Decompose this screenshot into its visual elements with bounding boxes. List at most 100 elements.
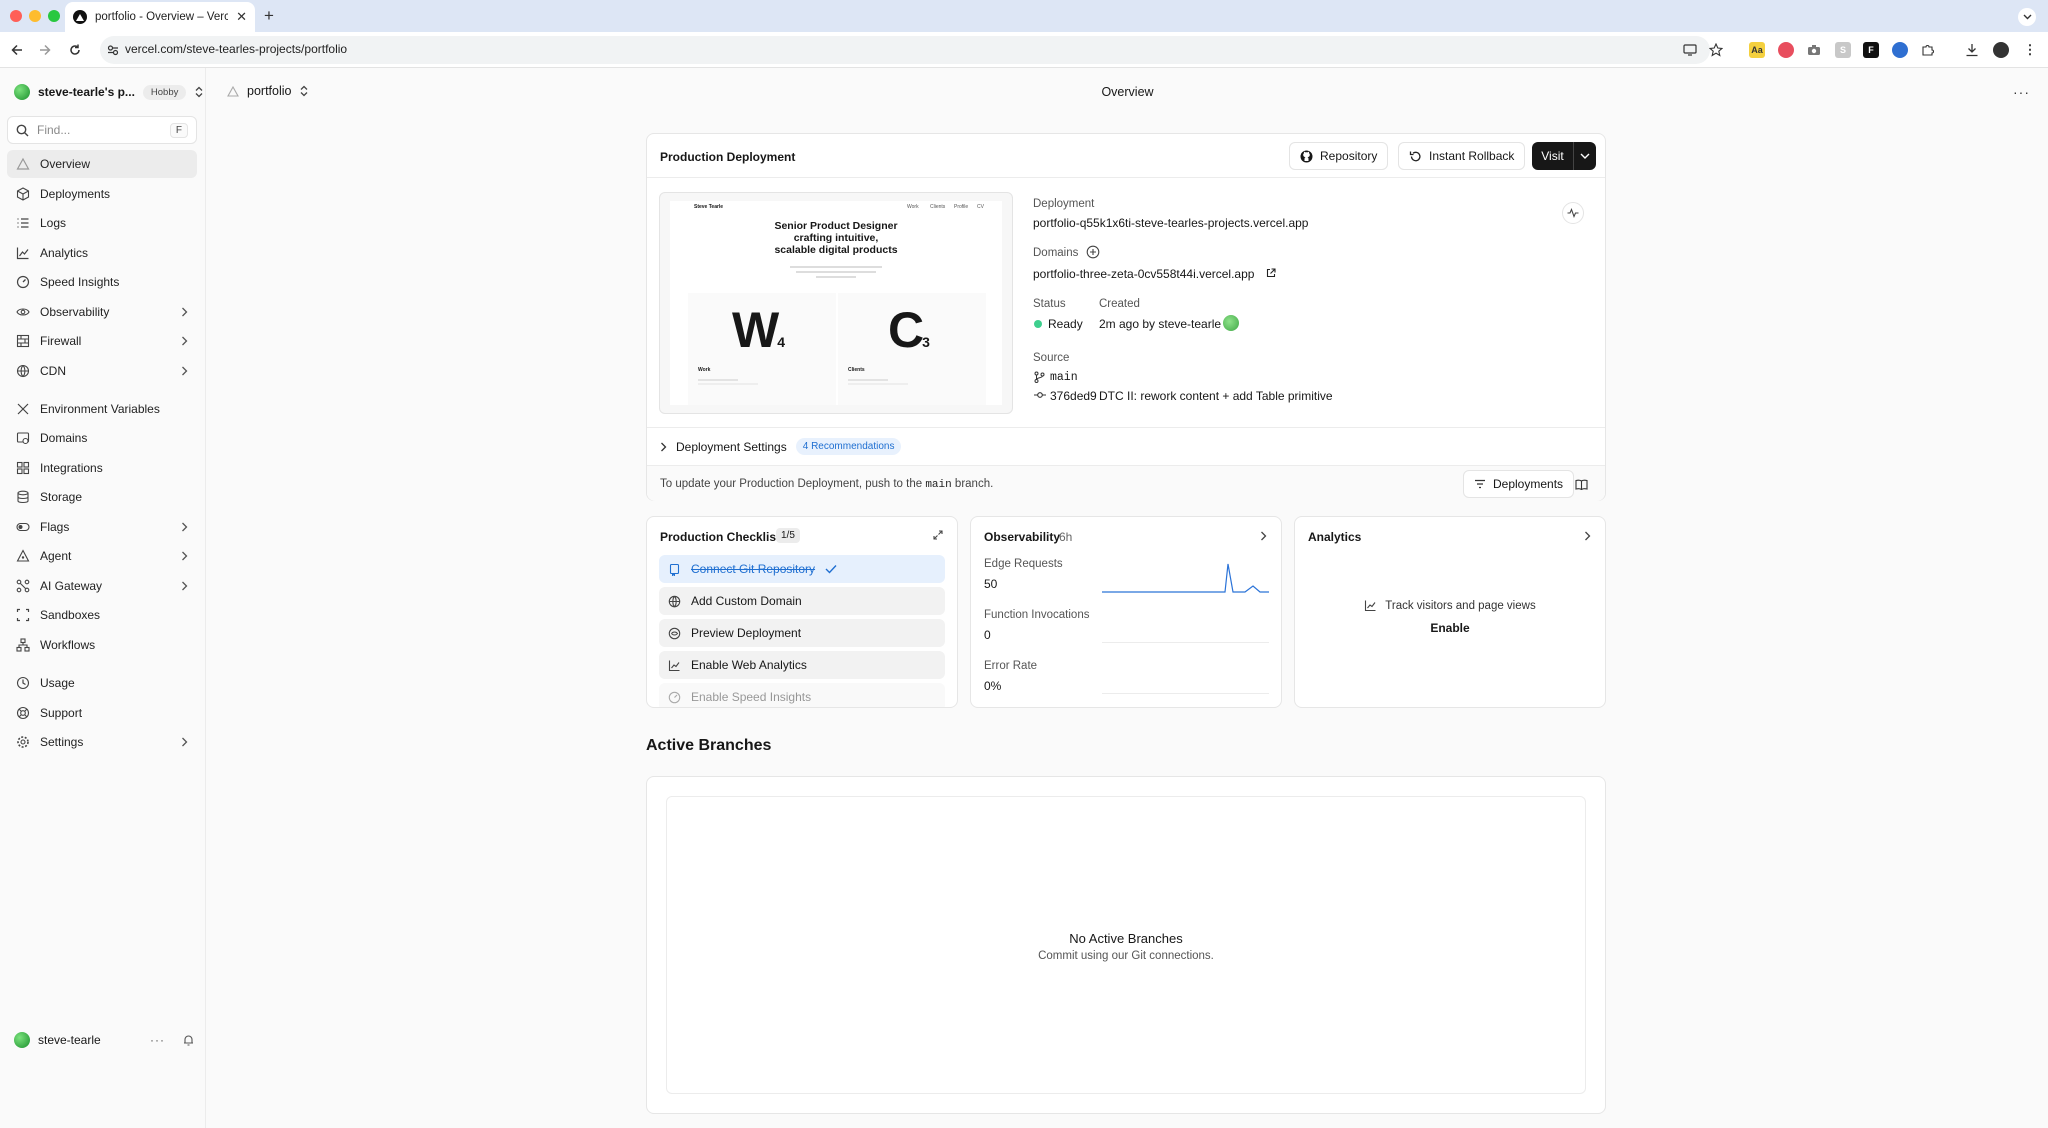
- switch-chevrons-icon[interactable]: [194, 86, 204, 98]
- sidebar-item-storage[interactable]: Storage: [7, 483, 197, 511]
- triangle-icon: [16, 157, 30, 171]
- metric-label: Edge Requests: [984, 558, 1063, 570]
- sidebar-item-integrations[interactable]: Integrations: [7, 454, 197, 482]
- preview-headline: Senior Product Designer crafting intuiti…: [774, 220, 898, 256]
- preview-nav-profile: Profile: [954, 204, 969, 210]
- bell-icon[interactable]: [183, 1034, 194, 1046]
- site-info-icon[interactable]: [104, 41, 122, 59]
- sidebar-item-sandboxes[interactable]: Sandboxes: [7, 601, 197, 629]
- domain-icon: [16, 431, 30, 445]
- user-menu[interactable]: steve-tearle ···: [14, 1032, 194, 1048]
- sidebar-item-label: Overview: [40, 157, 91, 171]
- chevron-right-icon: [181, 737, 188, 747]
- sidebar-item-observability[interactable]: Observability: [7, 298, 197, 326]
- sidebar-item-domains[interactable]: Domains: [7, 424, 197, 452]
- extension-grey-icon[interactable]: S: [1835, 42, 1851, 58]
- close-window-button[interactable]: [10, 10, 22, 22]
- zoom-window-button[interactable]: [48, 10, 60, 22]
- sidebar-item-flags[interactable]: Flags: [7, 513, 197, 541]
- source-label: Source: [1033, 352, 1070, 364]
- empty-state-box: No Active Branches Commit using our Git …: [666, 796, 1586, 1094]
- sidebar-item-label: Flags: [40, 520, 70, 534]
- minimize-window-button[interactable]: [29, 10, 41, 22]
- extensions-puzzle-icon[interactable]: [1920, 42, 1936, 58]
- commit-hash[interactable]: 376ded9: [1050, 389, 1097, 403]
- sandbox-icon: [16, 608, 30, 622]
- search-input[interactable]: Find... F: [7, 116, 197, 144]
- sidebar-item-label: Settings: [40, 735, 84, 749]
- sidebar-item-settings[interactable]: Settings: [7, 728, 197, 756]
- forward-icon[interactable]: [36, 41, 54, 59]
- deployment-url[interactable]: portfolio-q55k1x6ti-steve-tearles-projec…: [1033, 216, 1308, 230]
- checklist-item-connect-git[interactable]: Connect Git Repository: [659, 555, 945, 583]
- url-text[interactable]: vercel.com/steve-tearles-projects/portfo…: [125, 42, 347, 56]
- page-title: Overview: [1101, 85, 1154, 99]
- sidebar-item-environment-variables[interactable]: Environment Variables: [7, 395, 197, 423]
- chevron-right-icon[interactable]: [1260, 531, 1267, 541]
- instant-rollback-button[interactable]: Instant Rollback: [1398, 142, 1526, 170]
- install-app-icon[interactable]: [1682, 42, 1698, 58]
- extension-blue-icon[interactable]: [1892, 42, 1908, 58]
- error-rate-baseline: [1102, 693, 1269, 694]
- preview-tile-work: W4 Work: [688, 293, 836, 405]
- extension-dark-icon[interactable]: F: [1863, 42, 1879, 58]
- bookmark-star-icon[interactable]: [1708, 42, 1724, 58]
- checklist-item-preview-deployment[interactable]: Preview Deployment: [659, 619, 945, 647]
- visit-button[interactable]: Visit: [1532, 149, 1573, 163]
- tab-search-icon[interactable]: [2018, 8, 2036, 26]
- tab-close-icon[interactable]: ✕: [236, 9, 247, 25]
- sidebar-item-speed-insights[interactable]: Speed Insights: [7, 268, 197, 296]
- extension-camera-icon[interactable]: [1806, 42, 1822, 58]
- more-icon[interactable]: ···: [150, 1033, 165, 1047]
- checklist-item-speed-insights[interactable]: Enable Speed Insights: [659, 683, 945, 707]
- profile-avatar-icon[interactable]: [1993, 42, 2009, 58]
- deployment-settings-row[interactable]: Deployment Settings 4 Recommendations: [647, 427, 1605, 465]
- checklist-item-web-analytics[interactable]: Enable Web Analytics: [659, 651, 945, 679]
- more-options-icon[interactable]: ···: [2013, 84, 2030, 100]
- sidebar-item-support[interactable]: Support: [7, 699, 197, 727]
- repository-button[interactable]: Repository: [1289, 142, 1389, 170]
- commit-message[interactable]: DTC II: rework content + add Table primi…: [1099, 389, 1333, 403]
- sidebar-item-logs[interactable]: Logs: [7, 209, 197, 237]
- sidebar-item-overview[interactable]: Overview: [7, 150, 197, 178]
- browser-tab[interactable]: portfolio - Overview – Vercel ✕: [65, 2, 255, 32]
- gauge-icon: [668, 691, 681, 704]
- activity-icon[interactable]: [1562, 202, 1584, 224]
- analytics-enable-link[interactable]: Enable: [1295, 621, 1605, 635]
- chevron-right-icon[interactable]: [1584, 531, 1591, 541]
- sidebar-item-cdn[interactable]: CDN: [7, 357, 197, 385]
- team-switcher[interactable]: steve-tearle's p... Hobby: [14, 84, 203, 100]
- external-link-icon[interactable]: [1266, 268, 1276, 278]
- deployment-preview[interactable]: Steve Tearle Work Clients Profile CV Sen…: [659, 192, 1013, 414]
- search-shortcut: F: [169, 122, 188, 138]
- analytics-card[interactable]: Analytics Track visitors and page views …: [1294, 516, 1606, 708]
- expand-icon[interactable]: [933, 530, 943, 540]
- extension-red-icon[interactable]: [1778, 42, 1794, 58]
- preview-brand: Steve Tearle: [694, 204, 724, 210]
- sidebar-item-agent[interactable]: Agent: [7, 542, 197, 570]
- workflow-icon: [16, 638, 30, 652]
- observability-card[interactable]: Observability 6h Edge Requests 50 Functi…: [970, 516, 1282, 708]
- deployments-button[interactable]: Deployments: [1463, 470, 1575, 498]
- reload-icon[interactable]: [66, 41, 84, 59]
- back-icon[interactable]: [8, 41, 26, 59]
- download-icon[interactable]: [1964, 42, 1980, 58]
- visit-dropdown-icon[interactable]: [1574, 153, 1596, 159]
- add-domain-icon[interactable]: [1086, 245, 1100, 259]
- sidebar-item-analytics[interactable]: Analytics: [7, 239, 197, 267]
- domain-url[interactable]: portfolio-three-zeta-0cv558t44i.vercel.a…: [1033, 267, 1254, 281]
- sidebar-item-label: Support: [40, 706, 83, 720]
- docs-button[interactable]: [1567, 470, 1595, 498]
- sidebar-item-deployments[interactable]: Deployments: [7, 180, 197, 208]
- branch-name[interactable]: main: [1050, 371, 1078, 384]
- new-tab-icon[interactable]: +: [264, 6, 274, 26]
- extension-aa-icon[interactable]: Aa: [1749, 42, 1765, 58]
- checklist-item-custom-domain[interactable]: Add Custom Domain: [659, 587, 945, 615]
- sidebar-item-usage[interactable]: Usage: [7, 669, 197, 697]
- sidebar-item-firewall[interactable]: Firewall: [7, 327, 197, 355]
- sidebar-item-workflows[interactable]: Workflows: [7, 631, 197, 659]
- browser-menu-icon[interactable]: ⋮: [2022, 42, 2038, 58]
- sidebar-item-ai-gateway[interactable]: AI Gateway: [7, 572, 197, 600]
- recommendations-badge[interactable]: 4 Recommendations: [795, 438, 902, 455]
- book-icon: [1574, 479, 1588, 490]
